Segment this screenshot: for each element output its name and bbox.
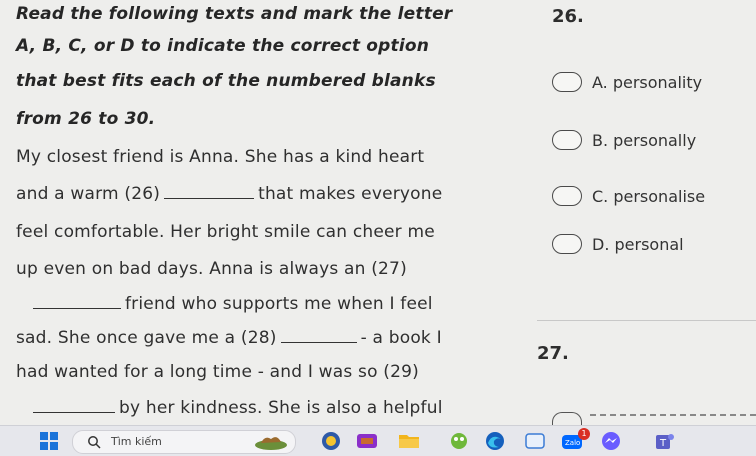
instruction-line-3: that best fits each of the numbered blan…	[16, 71, 436, 91]
passage-line-2: and a warm (26) that makes everyone	[16, 184, 442, 204]
blank-29	[33, 398, 115, 413]
passage-text: and a warm (26)	[16, 184, 161, 204]
messenger-icon[interactable]	[600, 431, 622, 451]
instruction-line-1: Read the following texts and mark the le…	[16, 4, 453, 24]
option-b[interactable]: B. personally	[552, 130, 696, 150]
blank-27	[33, 294, 121, 309]
radio-button[interactable]	[552, 234, 582, 254]
taskbar-app-icon[interactable]	[320, 431, 342, 451]
passage-text: friend who supports me when I feel	[125, 294, 433, 314]
passage-text: that makes everyone	[258, 184, 443, 204]
passage-text: sad. She once gave me a (28)	[16, 328, 277, 348]
search-icon	[88, 436, 101, 449]
teams-icon[interactable]: T	[652, 431, 676, 451]
search-placeholder: Tìm kiếm	[111, 435, 162, 448]
option-c-label: C. personalise	[592, 186, 706, 206]
question-divider	[537, 320, 756, 321]
option-d-label: D. personal	[592, 234, 684, 254]
file-explorer-icon[interactable]	[398, 431, 420, 451]
passage-line-3: feel comfortable. Her bright smile can c…	[16, 222, 435, 242]
blank-28	[280, 328, 357, 343]
passage-line-4: up even on bad days. Anna is always an (…	[16, 259, 407, 279]
windows-taskbar: Tìm kiếm Zalo 1 T	[0, 425, 756, 456]
reading-passage: Read the following texts and mark the le…	[0, 0, 528, 425]
edge-browser-icon[interactable]	[484, 431, 506, 451]
taskbar-search[interactable]: Tìm kiếm	[72, 430, 296, 454]
question-27-number: 27.	[537, 343, 569, 364]
passage-text: - a book I	[360, 328, 442, 348]
option-a[interactable]: A. personality	[552, 72, 702, 92]
option-d[interactable]: D. personal	[552, 234, 684, 254]
svg-text:Zalo: Zalo	[565, 439, 580, 447]
notification-badge: 1	[578, 428, 590, 440]
taskbar-app-icon[interactable]	[524, 431, 546, 451]
search-highlight-icon	[255, 437, 287, 450]
taskbar-app-icon[interactable]	[356, 431, 378, 451]
svg-text:T: T	[659, 438, 667, 449]
windows-start-icon[interactable]	[40, 432, 58, 450]
option-b-label: B. personally	[592, 130, 697, 150]
radio-button[interactable]	[552, 412, 582, 426]
taskbar-app-icon[interactable]	[448, 431, 470, 451]
passage-line-8: by her kindness. She is also a helpful	[16, 398, 443, 418]
blank-26	[164, 184, 255, 199]
radio-button[interactable]	[552, 130, 582, 150]
passage-line-7: had wanted for a long time - and I was s…	[16, 362, 419, 382]
question-26-number: 26.	[552, 6, 584, 27]
instruction-line-4: from 26 to 30.	[16, 109, 156, 129]
radio-button[interactable]	[552, 186, 582, 206]
option-a-label: A. personality	[592, 72, 703, 92]
instruction-line-2: A, B, C, or D to indicate the correct op…	[16, 36, 430, 56]
passage-line-5: friend who supports me when I feel	[16, 294, 433, 314]
passage-text: by her kindness. She is also a helpful	[119, 398, 443, 418]
passage-line-6: sad. She once gave me a (28) - a book I	[16, 328, 442, 348]
radio-button[interactable]	[552, 72, 582, 92]
option-c[interactable]: C. personalise	[552, 186, 705, 206]
passage-line-1: My closest friend is Anna. She has a kin…	[16, 147, 425, 167]
partial-option-text	[590, 414, 756, 416]
